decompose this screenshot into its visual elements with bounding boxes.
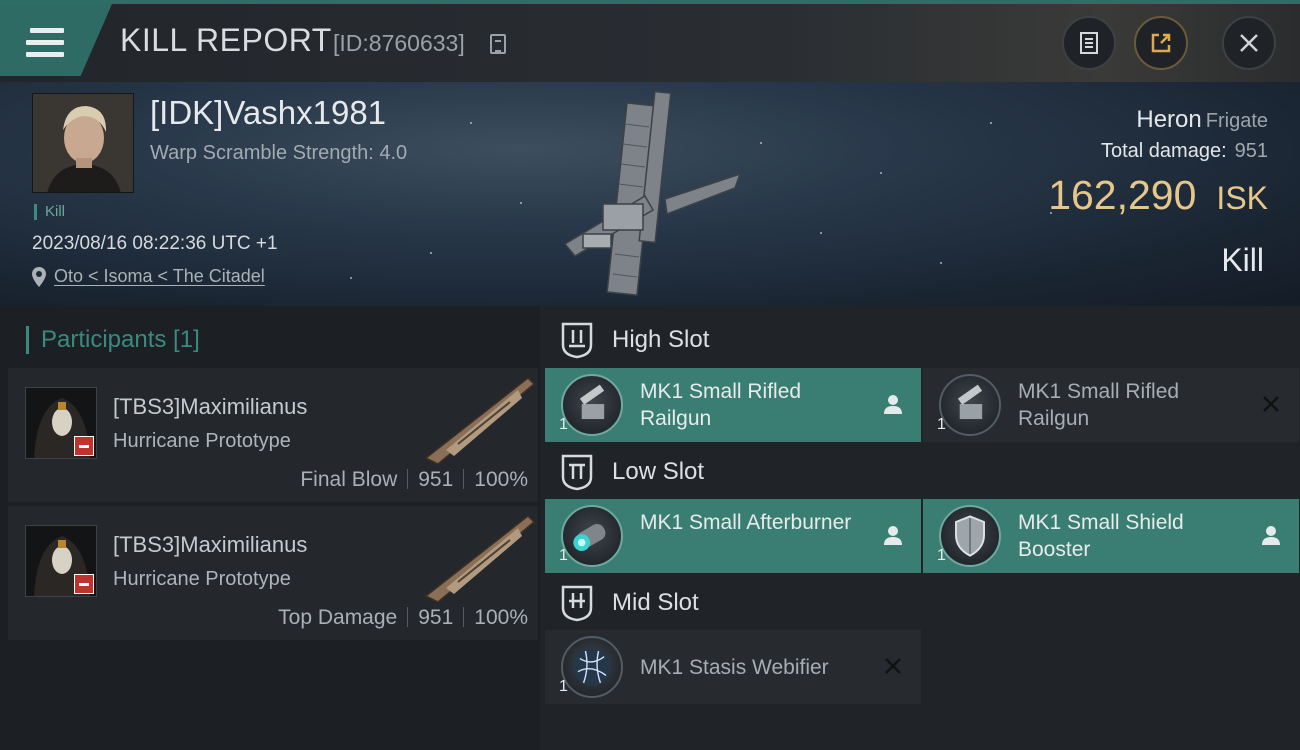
participants-title: Participants [1] (26, 326, 200, 354)
kill-result: Kill (1221, 242, 1264, 278)
share-button[interactable] (1134, 16, 1188, 70)
participant-avatar (25, 387, 97, 459)
warp-scramble-strength: Warp Scramble Strength: 4.0 (150, 142, 408, 164)
isk-unit: ISK (1216, 180, 1268, 216)
low-slot-icon (561, 454, 593, 491)
share-icon (1151, 33, 1171, 53)
dropped-person-icon (884, 395, 902, 414)
module-item[interactable]: 1 MK1 Small Rifled Railgun (545, 368, 921, 442)
module-name: MK1 Stasis Webifier (640, 656, 829, 679)
close-button[interactable] (1222, 16, 1276, 70)
clipboard-icon (1080, 32, 1098, 54)
menu-button[interactable] (0, 4, 112, 76)
total-damage-value: 951 (1234, 140, 1268, 162)
participant-damage: 951 (418, 468, 454, 491)
copy-id-icon[interactable] (490, 34, 506, 54)
mid-slot-title: Mid Slot (612, 589, 699, 616)
participant-percent: 100% (474, 606, 528, 629)
participant-role: Final Blow (300, 468, 398, 491)
participant-stats: Final Blow 951 100% (300, 468, 528, 492)
module-quantity: 1 (559, 678, 568, 695)
participant-avatar (25, 525, 97, 597)
module-quantity: 1 (937, 416, 946, 433)
isk-value: 162,290 ISK (1048, 172, 1268, 219)
total-damage-label: Total damage: (1100, 140, 1227, 162)
high-slot-header: High Slot (560, 318, 709, 362)
victim-banner: [IDK]Vashx1981 Warp Scramble Strength: 4… (0, 82, 1300, 306)
railgun-icon (939, 374, 1001, 436)
victim-ship-image (563, 90, 742, 296)
total-damage: Total damage: 951 (1101, 140, 1268, 163)
participant-name[interactable]: [TBS3]Maximilianus (113, 532, 307, 558)
hurricane-ship-icon (424, 376, 536, 464)
participant-row[interactable]: [TBS3]Maximilianus Hurricane Prototype T… (8, 506, 538, 640)
pilot-avatar-icon (33, 94, 133, 192)
module-item[interactable]: 1 MK1 Small Afterburner (545, 499, 921, 573)
participants-panel: Participants [1] [TBS3]Maximilianus Hurr… (0, 306, 540, 750)
kill-tag: Kill (34, 204, 65, 220)
high-slot-title: High Slot (612, 326, 710, 353)
dropped-person-icon (1262, 526, 1280, 545)
participant-percent: 100% (474, 468, 528, 491)
high-slot-icon (561, 322, 593, 359)
fitting-panel: High Slot 1 MK1 Small Rifled Railgun 1 M… (540, 306, 1300, 750)
ship-class: Frigate (1205, 110, 1268, 132)
module-name: MK1 Small Rifled Railgun (1018, 380, 1180, 430)
mid-slot-header: Mid Slot (560, 581, 699, 625)
module-quantity: 1 (937, 547, 946, 564)
low-slot-header: Low Slot (560, 450, 704, 494)
dropped-person-icon (884, 526, 902, 545)
victim-portrait[interactable] (32, 93, 134, 193)
close-icon (1240, 34, 1258, 52)
participant-ship: Hurricane Prototype (113, 568, 291, 590)
report-details-button[interactable] (1062, 16, 1116, 70)
low-slot-title: Low Slot (612, 458, 705, 485)
ship-name[interactable]: Heron (1136, 106, 1201, 133)
destroyed-x-icon (1263, 396, 1279, 412)
header-accent-line (0, 0, 1300, 4)
participant-ship: Hurricane Prototype (113, 430, 291, 452)
module-item[interactable]: 1 MK1 Stasis Webifier (545, 630, 921, 704)
participant-damage: 951 (418, 606, 454, 629)
module-item[interactable]: 1 MK1 Small Rifled Railgun (923, 368, 1299, 442)
module-item[interactable]: 1 MK1 Small Shield Booster (923, 499, 1299, 573)
kill-datetime: 2023/08/16 08:22:36 UTC +1 (32, 233, 278, 254)
afterburner-icon (561, 505, 623, 567)
hurricane-ship-icon (424, 514, 536, 602)
participant-role: Top Damage (278, 606, 398, 629)
location-link[interactable]: Oto < Isoma < The Citadel (54, 266, 265, 287)
hostile-badge-icon (74, 574, 94, 594)
destroyed-x-icon (885, 658, 901, 674)
participant-row[interactable]: [TBS3]Maximilianus Hurricane Prototype F… (8, 368, 538, 502)
shield-booster-icon (939, 505, 1001, 567)
hostile-badge-icon (74, 436, 94, 456)
module-name: MK1 Small Shield Booster (1018, 511, 1184, 561)
module-quantity: 1 (559, 416, 568, 433)
header-bar: KILL REPORT [ID:8760633] (0, 0, 1300, 82)
mid-slot-icon (561, 585, 593, 622)
participant-name[interactable]: [TBS3]Maximilianus (113, 394, 307, 420)
module-quantity: 1 (559, 547, 568, 564)
hamburger-icon (26, 28, 64, 58)
page-title: KILL REPORT (120, 22, 332, 58)
report-id: [ID:8760633] (333, 30, 465, 56)
location-pin-icon (32, 267, 46, 287)
stasis-webifier-icon (561, 636, 623, 698)
participant-stats: Top Damage 951 100% (278, 606, 528, 630)
railgun-icon (561, 374, 623, 436)
victim-name[interactable]: [IDK]Vashx1981 (150, 94, 386, 132)
module-name: MK1 Small Afterburner (640, 511, 852, 534)
victim-ship: Heron Frigate (1136, 106, 1268, 134)
isk-amount: 162,290 (1048, 172, 1197, 218)
module-name: MK1 Small Rifled Railgun (640, 380, 802, 430)
